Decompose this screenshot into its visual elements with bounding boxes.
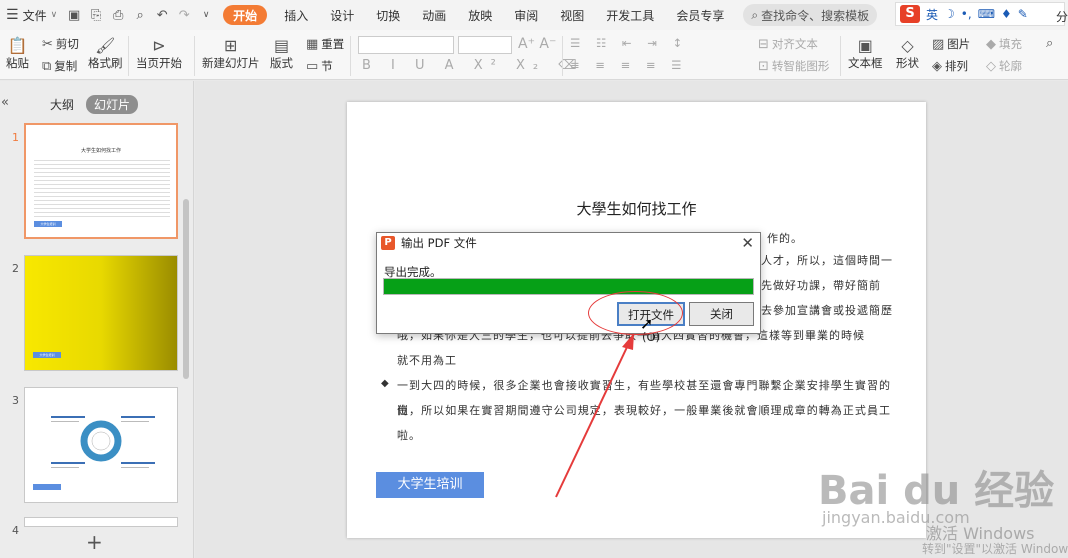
activate-windows-sub-watermark: 转到"设置"以激活 Windows <box>922 542 1068 556</box>
